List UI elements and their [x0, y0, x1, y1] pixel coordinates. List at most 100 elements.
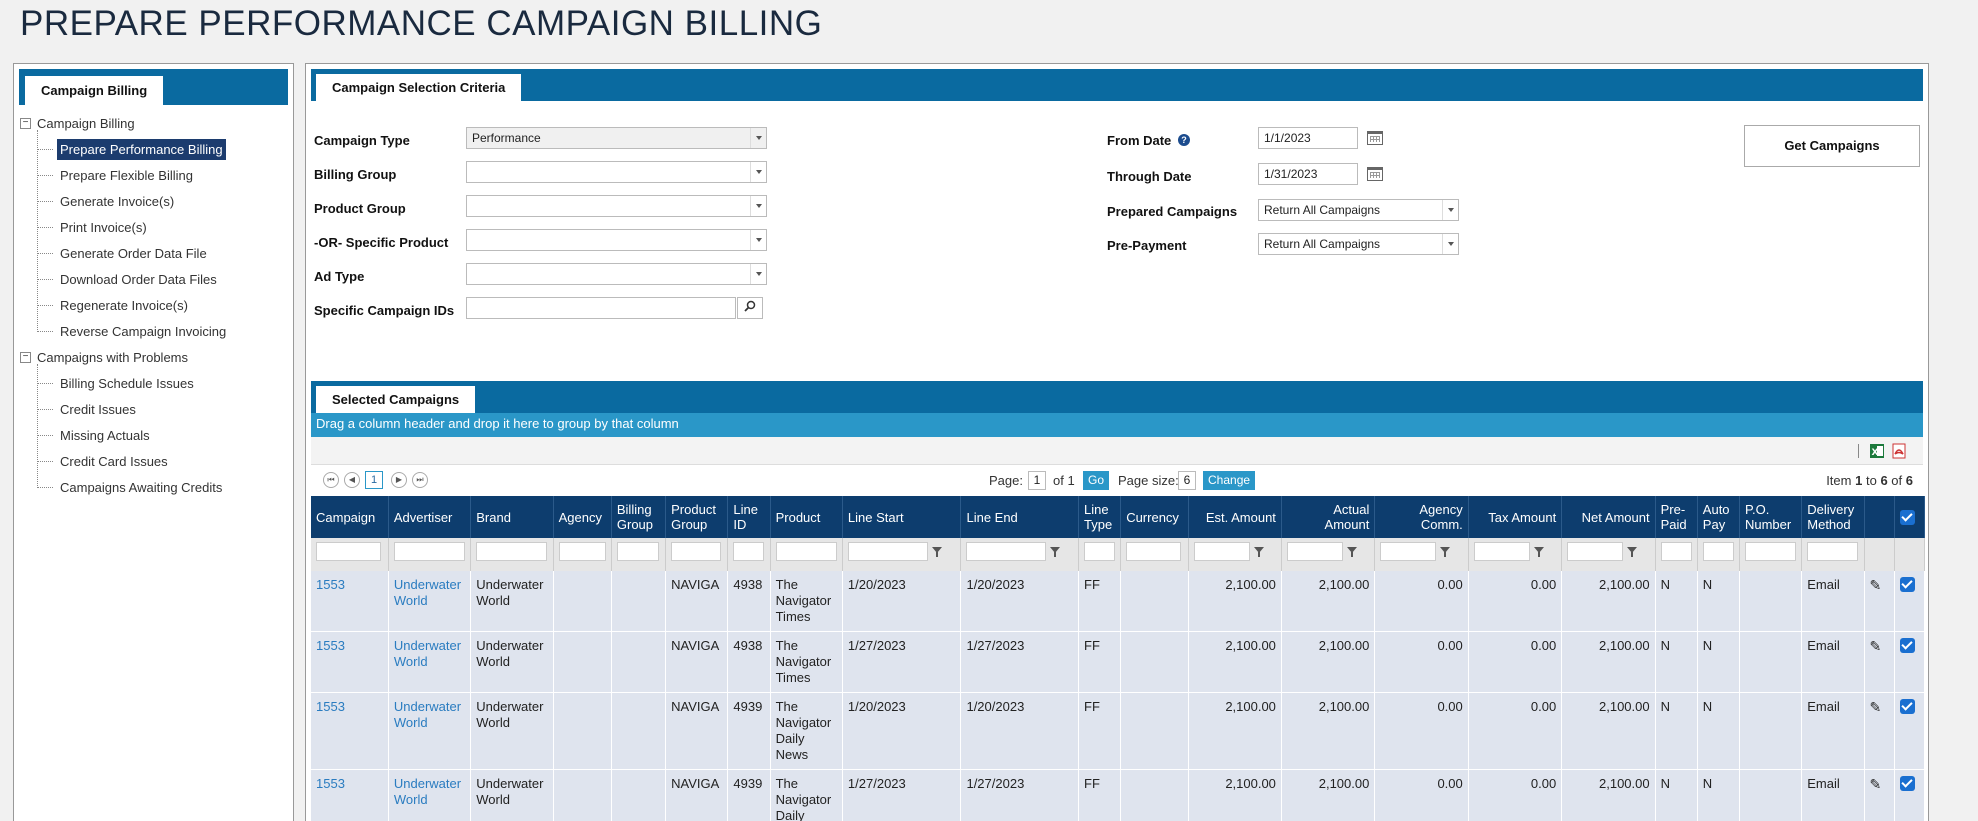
filter-input[interactable]: [1744, 542, 1796, 561]
pencil-icon[interactable]: ✎: [1870, 577, 1882, 593]
sidebar-item-missing-actuals[interactable]: Missing Actuals: [37, 422, 293, 448]
cell-campaign[interactable]: 1553: [311, 692, 389, 770]
cell-campaign[interactable]: 1553: [311, 571, 389, 632]
filter-input[interactable]: [1084, 542, 1115, 561]
col-brand[interactable]: Brand: [470, 496, 554, 538]
sidebar-item-generate-order-data-file[interactable]: Generate Order Data File: [37, 240, 293, 266]
filter-icon[interactable]: [931, 546, 942, 557]
filter-input[interactable]: [847, 542, 928, 561]
filter-input[interactable]: [316, 542, 381, 561]
from-date-input[interactable]: 1/1/2023: [1258, 127, 1358, 149]
sidebar-item-prepare-performance-billing[interactable]: Prepare Performance Billing: [37, 136, 293, 162]
tree-root-campaign-billing[interactable]: − Campaign Billing: [20, 110, 293, 136]
through-date-input[interactable]: 1/31/2023: [1258, 163, 1358, 185]
pre-payment-select[interactable]: Return All Campaigns: [1258, 233, 1459, 255]
pencil-icon[interactable]: ✎: [1870, 776, 1882, 792]
row-checkbox[interactable]: [1899, 776, 1915, 791]
col-actual-amount[interactable]: Actual Amount: [1281, 496, 1376, 538]
collapse-icon[interactable]: −: [20, 117, 31, 129]
group-by-bar[interactable]: Drag a column header and drop it here to…: [311, 413, 1923, 437]
filter-input[interactable]: [1126, 542, 1182, 561]
tab-selected-campaigns[interactable]: Selected Campaigns: [316, 386, 476, 413]
filter-icon[interactable]: [1050, 546, 1061, 557]
ad-type-select[interactable]: [466, 263, 767, 285]
col-select-all[interactable]: [1894, 496, 1926, 538]
filter-icon[interactable]: [1346, 546, 1357, 557]
col-net-amount[interactable]: Net Amount: [1561, 496, 1656, 538]
col-auto-pay[interactable]: Auto Pay: [1697, 496, 1740, 538]
calendar-icon[interactable]: [1367, 167, 1383, 181]
pdf-export-icon[interactable]: [1891, 443, 1907, 459]
filter-input[interactable]: [671, 542, 722, 561]
col-product-group[interactable]: Product Group: [665, 496, 729, 538]
row-checkbox[interactable]: [1899, 699, 1915, 714]
col-delivery-method[interactable]: Delivery Method: [1801, 496, 1865, 538]
filter-input[interactable]: [1286, 542, 1343, 561]
filter-input[interactable]: [1380, 542, 1437, 561]
cell-advertiser[interactable]: Underwater World: [388, 571, 472, 632]
chevron-down-icon[interactable]: [750, 230, 766, 250]
row-checkbox[interactable]: [1899, 577, 1915, 592]
help-icon[interactable]: ?: [1178, 134, 1190, 146]
sidebar-item-campaigns-awaiting-credits[interactable]: Campaigns Awaiting Credits: [37, 474, 293, 500]
search-button[interactable]: [737, 297, 763, 319]
col-line-start[interactable]: Line Start: [842, 496, 962, 538]
chevron-down-icon[interactable]: [750, 162, 766, 182]
current-page-button[interactable]: 1: [365, 471, 383, 489]
tab-campaign-billing[interactable]: Campaign Billing: [25, 76, 164, 105]
collapse-icon[interactable]: −: [20, 351, 31, 363]
tree-root-campaigns-with-problems[interactable]: − Campaigns with Problems: [20, 344, 293, 370]
prepared-campaigns-select[interactable]: Return All Campaigns: [1258, 199, 1459, 221]
page-input[interactable]: 1: [1028, 471, 1046, 490]
sidebar-item-billing-schedule-issues[interactable]: Billing Schedule Issues: [37, 370, 293, 396]
filter-input[interactable]: [1702, 542, 1734, 561]
col-currency[interactable]: Currency: [1120, 496, 1189, 538]
pencil-icon[interactable]: ✎: [1870, 699, 1882, 715]
sidebar-item-reverse-campaign-invoicing[interactable]: Reverse Campaign Invoicing: [37, 318, 293, 344]
go-button[interactable]: Go: [1083, 471, 1110, 490]
filter-input[interactable]: [966, 542, 1047, 561]
table-row[interactable]: 1553 Underwater World Underwater World NAVI…: [311, 631, 1926, 693]
cell-advertiser[interactable]: Underwater World: [388, 692, 472, 770]
col-campaign[interactable]: Campaign: [311, 496, 389, 538]
excel-export-icon[interactable]: X: [1869, 443, 1885, 459]
cell-campaign[interactable]: 1553: [311, 769, 389, 821]
cell-advertiser[interactable]: Underwater World: [388, 631, 472, 693]
sidebar-item-credit-issues[interactable]: Credit Issues: [37, 396, 293, 422]
chevron-down-icon[interactable]: [1442, 234, 1458, 254]
cell-advertiser[interactable]: Underwater World: [388, 769, 472, 821]
filter-input[interactable]: [1660, 542, 1692, 561]
campaign-type-select[interactable]: Performance: [466, 127, 767, 149]
col-tax-amount[interactable]: Tax Amount: [1468, 496, 1563, 538]
table-row[interactable]: 1553 Underwater World Underwater World NAVI…: [311, 571, 1926, 632]
sidebar-item-prepare-flexible-billing[interactable]: Prepare Flexible Billing: [37, 162, 293, 188]
get-campaigns-button[interactable]: Get Campaigns: [1744, 125, 1920, 167]
chevron-down-icon[interactable]: [1442, 200, 1458, 220]
last-page-icon[interactable]: ⏭: [412, 472, 428, 488]
billing-group-select[interactable]: [466, 161, 767, 183]
campaign-ids-input[interactable]: [466, 297, 736, 319]
col-advertiser[interactable]: Advertiser: [388, 496, 472, 538]
col-est-amount[interactable]: Est. Amount: [1188, 496, 1282, 538]
chevron-down-icon[interactable]: [750, 264, 766, 284]
product-group-select[interactable]: [466, 195, 767, 217]
chevron-down-icon[interactable]: [750, 128, 766, 148]
filter-icon[interactable]: [1440, 546, 1451, 557]
sidebar-item-generate-invoices[interactable]: Generate Invoice(s): [37, 188, 293, 214]
col-billing-group[interactable]: Billing Group: [611, 496, 667, 538]
select-all-checkbox[interactable]: [1899, 509, 1915, 525]
change-button[interactable]: Change: [1203, 471, 1256, 490]
filter-input[interactable]: [733, 542, 765, 561]
col-line-type[interactable]: Line Type: [1078, 496, 1122, 538]
filter-input[interactable]: [476, 542, 548, 561]
row-checkbox[interactable]: [1899, 638, 1915, 653]
prev-page-icon[interactable]: ◀: [344, 472, 360, 488]
next-page-icon[interactable]: ▶: [391, 472, 407, 488]
sidebar-item-regenerate-invoices[interactable]: Regenerate Invoice(s): [37, 292, 293, 318]
col-product[interactable]: Product: [770, 496, 843, 538]
col-line-end[interactable]: Line End: [960, 496, 1079, 538]
filter-input[interactable]: [616, 542, 659, 561]
tab-campaign-selection-criteria[interactable]: Campaign Selection Criteria: [316, 74, 522, 101]
cell-campaign[interactable]: 1553: [311, 631, 389, 693]
table-row[interactable]: 1553 Underwater World Underwater World NAVI…: [311, 692, 1926, 770]
